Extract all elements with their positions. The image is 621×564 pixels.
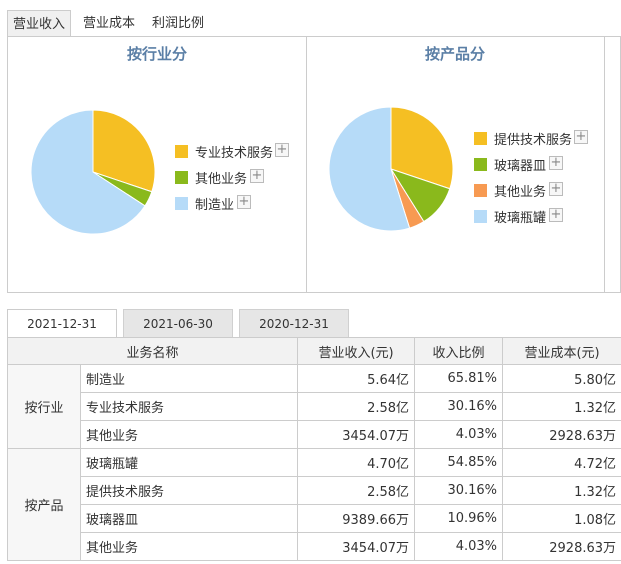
row-name: 制造业 [79,364,299,393]
row-cost: 1.32亿 [502,392,621,421]
row-cost: 5.80亿 [502,364,621,393]
row-cost: 2928.63万 [502,420,621,449]
table-row: 提供技术服务 2.58亿 30.16% 1.32亿 [8,476,621,505]
table-header-row: 业务名称 营业收入(元) 收入比例 营业成本(元) [6,337,621,365]
row-ratio: 54.85% [414,448,504,477]
row-cost: 4.72亿 [502,448,621,477]
expand-plus-icon[interactable]: + [574,130,588,144]
row-cost: 2928.63万 [502,532,621,561]
row-revenue: 5.64亿 [297,364,416,393]
legend-label: 提供技术服务 [494,133,573,148]
row-ratio: 4.03% [414,420,504,449]
row-ratio: 10.96% [414,504,504,533]
row-name: 玻璃器皿 [79,504,299,533]
business-breakdown-table: 业务名称 营业收入(元) 收入比例 营业成本(元) 按行业 制造业 5.64亿 … [6,337,621,561]
row-cost: 1.32亿 [502,476,621,505]
expand-plus-icon[interactable]: + [275,143,289,157]
row-name: 玻璃瓶罐 [79,448,299,477]
tab-cost[interactable]: 营业成本 [77,10,141,37]
legend-label: 专业技术服务 [195,146,274,161]
row-ratio: 4.03% [414,532,504,561]
legend-label: 制造业 [195,198,235,213]
row-cost: 1.08亿 [502,504,621,533]
expand-plus-icon[interactable]: + [549,182,563,196]
header-revenue: 营业收入(元) [297,337,416,365]
top-tab-bar: 营业收入 营业成本 利润比例 [0,0,621,37]
row-revenue: 4.70亿 [297,448,416,477]
panel-edge [604,37,605,292]
row-ratio: 30.16% [414,392,504,421]
legend-label: 其他业务 [195,172,248,187]
group-label-product: 按产品 [7,448,81,561]
row-ratio: 30.16% [414,476,504,505]
industry-chart-title: 按行业分 [126,45,187,63]
legend-label: 玻璃瓶罐 [494,211,547,226]
table-row: 玻璃器皿 9389.66万 10.96% 1.08亿 [8,504,621,533]
date-tab-2020-12-31[interactable]: 2020-12-31 [239,309,349,337]
legend-label: 玻璃器皿 [494,159,547,174]
expand-plus-icon[interactable]: + [549,156,563,170]
row-revenue: 9389.66万 [297,504,416,533]
row-name: 提供技术服务 [79,476,299,505]
legend-swatch [175,145,188,158]
row-revenue: 3454.07万 [297,420,416,449]
table-row: 其他业务 3454.07万 4.03% 2928.63万 [8,420,621,449]
row-revenue: 2.58亿 [297,392,416,421]
tab-profit-ratio[interactable]: 利润比例 [146,10,210,37]
charts-panel: 按行业分 专业技术服务 + 其他业务 + 制造业 + 按产品分 提供技术服务 +… [7,37,621,293]
header-business-name: 业务名称 [6,337,299,365]
expand-plus-icon[interactable]: + [237,195,251,209]
expand-plus-icon[interactable]: + [549,208,563,222]
row-name: 其他业务 [79,420,299,449]
legend-swatch [175,171,188,184]
date-tab-bar: 2021-12-31 2021-06-30 2020-12-31 [7,309,621,338]
table-row: 按行业 制造业 5.64亿 65.81% 5.80亿 [7,364,621,449]
legend-swatch [474,158,487,171]
table-row: 按产品 玻璃瓶罐 4.70亿 54.85% 4.72亿 [7,448,621,561]
legend-swatch [175,197,188,210]
legend-label: 其他业务 [494,185,547,200]
product-pie-chart [328,106,454,232]
row-name: 专业技术服务 [79,392,299,421]
header-ratio: 收入比例 [414,337,504,365]
legend-swatch [474,210,487,223]
row-revenue: 3454.07万 [297,532,416,561]
product-chart-title: 按产品分 [424,45,485,63]
table-row: 专业技术服务 2.58亿 30.16% 1.32亿 [8,392,621,421]
row-name: 其他业务 [79,532,299,561]
expand-plus-icon[interactable]: + [250,169,264,183]
table-row: 其他业务 3454.07万 4.03% 2928.63万 [8,532,621,561]
row-revenue: 2.58亿 [297,476,416,505]
legend-swatch [474,184,487,197]
header-cost: 营业成本(元) [502,337,621,365]
tab-revenue[interactable]: 营业收入 [7,10,71,37]
group-label-industry: 按行业 [7,364,81,449]
date-tab-2021-12-31[interactable]: 2021-12-31 [7,309,117,338]
date-tab-2021-06-30[interactable]: 2021-06-30 [123,309,233,337]
legend-swatch [474,132,487,145]
row-ratio: 65.81% [414,364,504,393]
